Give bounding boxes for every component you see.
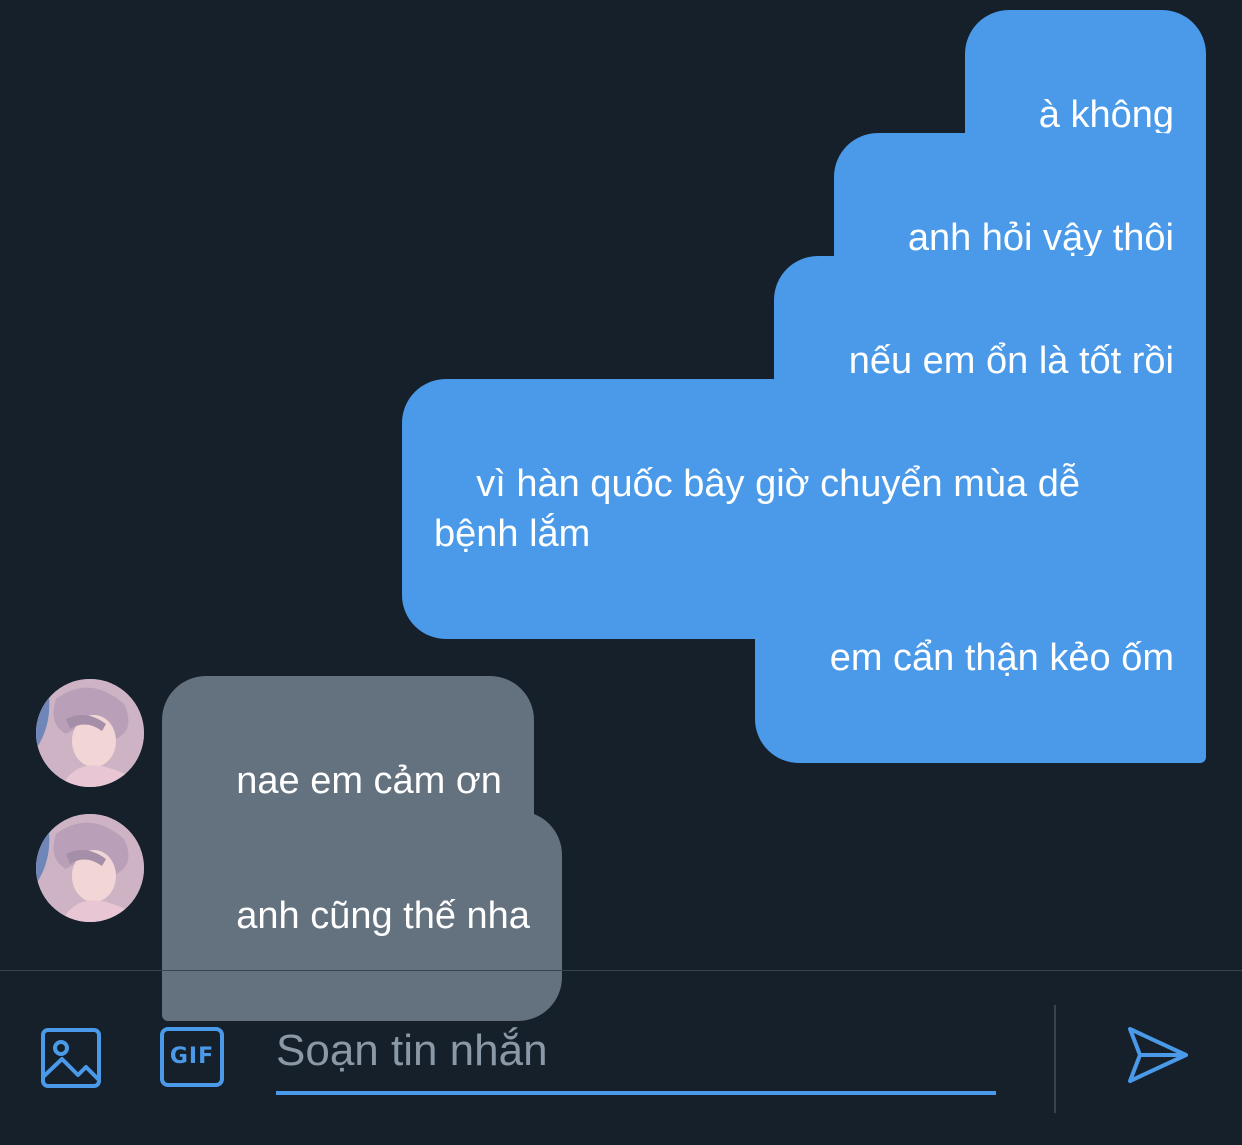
divider bbox=[1054, 1005, 1056, 1113]
send-icon[interactable] bbox=[1126, 1023, 1190, 1087]
message-input[interactable] bbox=[276, 1011, 996, 1095]
image-icon[interactable] bbox=[40, 1027, 102, 1089]
sent-message[interactable]: em cẩn thận kẻo ốm bbox=[755, 553, 1206, 763]
message-composer: GIF bbox=[0, 970, 1242, 1145]
message-text: anh cũng thế nha bbox=[236, 895, 530, 937]
gif-icon[interactable]: GIF bbox=[160, 1027, 224, 1087]
message-text: anh hỏi vậy thôi bbox=[907, 217, 1174, 259]
message-text: nếu em ổn là tốt rồi bbox=[848, 340, 1174, 382]
conversation: à không anh hỏi vậy thôi nếu em ổn là tố… bbox=[0, 0, 1242, 1021]
message-text: à không bbox=[1038, 94, 1174, 136]
avatar[interactable] bbox=[36, 814, 144, 922]
message-text: vì hàn quốc bây giờ chuyển mùa dễ bệnh l… bbox=[434, 463, 1080, 555]
message-text: em cẩn thận kẻo ốm bbox=[829, 637, 1174, 679]
message-text: nae em cảm ơn bbox=[236, 760, 502, 802]
gif-label: GIF bbox=[169, 1044, 215, 1069]
avatar[interactable] bbox=[36, 679, 144, 787]
